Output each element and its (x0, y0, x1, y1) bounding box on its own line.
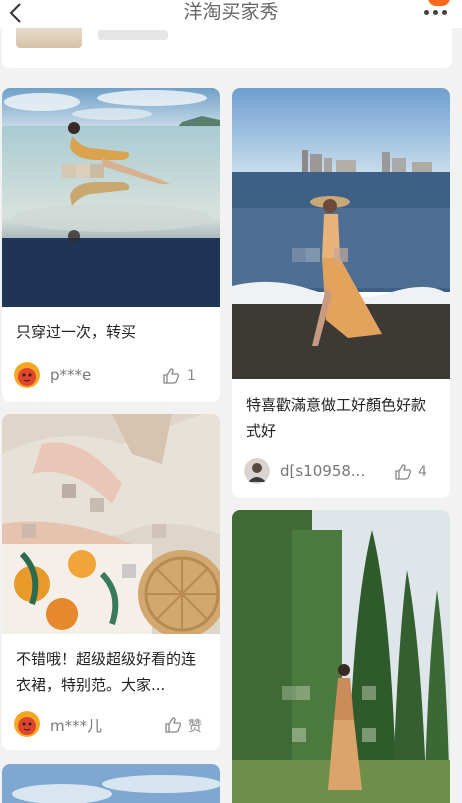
card-text-placeholder (98, 30, 168, 40)
thumbs-up-icon[interactable] (394, 463, 412, 481)
more-dot (442, 10, 447, 15)
user-avatar[interactable] (14, 362, 40, 388)
card-thumbnail (16, 28, 82, 48)
feed-card[interactable]: 特喜歡滿意做工好顏色好款式好 d[s10958... 4 (232, 88, 450, 498)
card-photo[interactable] (2, 88, 220, 307)
more-button[interactable] (422, 0, 452, 20)
top-nav-bar: 洋淘买家秀 (0, 0, 462, 28)
garden-photo (232, 510, 450, 803)
card-caption: 特喜歡滿意做工好顏色好款式好 (246, 396, 427, 440)
more-dot (433, 10, 438, 15)
feed-card[interactable] (2, 764, 220, 803)
feed-card[interactable] (232, 510, 450, 803)
floral-dress-photo (2, 414, 220, 634)
feed-card[interactable]: 不错哦！超级超级好看的连衣裙，特别范。大家... m***儿 赞 (2, 414, 220, 750)
sky-photo (2, 764, 220, 803)
like-count: 1 (187, 368, 196, 384)
user-photo-avatar (244, 458, 270, 484)
feed-card[interactable]: 只穿过一次，转买 p***e 1 (2, 88, 220, 402)
like-count: 4 (418, 464, 427, 480)
user-avatar[interactable] (244, 458, 270, 484)
more-dots-icon (424, 10, 429, 15)
thumbs-up-icon[interactable] (164, 716, 182, 734)
user-name[interactable]: d[s10958... (280, 462, 365, 480)
like-count: 赞 (188, 719, 202, 735)
beach-reflection-photo (2, 88, 220, 307)
card-caption: 只穿过一次，转买 (16, 323, 137, 341)
cartoon-avatar-icon (14, 362, 40, 388)
card-photo[interactable] (2, 764, 220, 803)
card-caption: 不错哦！超级超级好看的连衣裙，特别范。大家... (16, 650, 197, 694)
card-photo[interactable] (232, 510, 450, 803)
notification-badge (428, 0, 450, 6)
cartoon-avatar-icon (14, 711, 40, 737)
card-photo[interactable] (2, 414, 220, 634)
user-avatar[interactable] (14, 711, 40, 737)
page-title: 洋淘买家秀 (183, 1, 279, 23)
thumbs-up-icon[interactable] (162, 367, 180, 385)
card-photo[interactable] (232, 88, 450, 379)
previous-card-partial[interactable] (2, 28, 452, 68)
beach-walk-photo (232, 88, 450, 379)
user-name[interactable]: m***儿 (50, 715, 102, 736)
user-name[interactable]: p***e (50, 366, 91, 384)
